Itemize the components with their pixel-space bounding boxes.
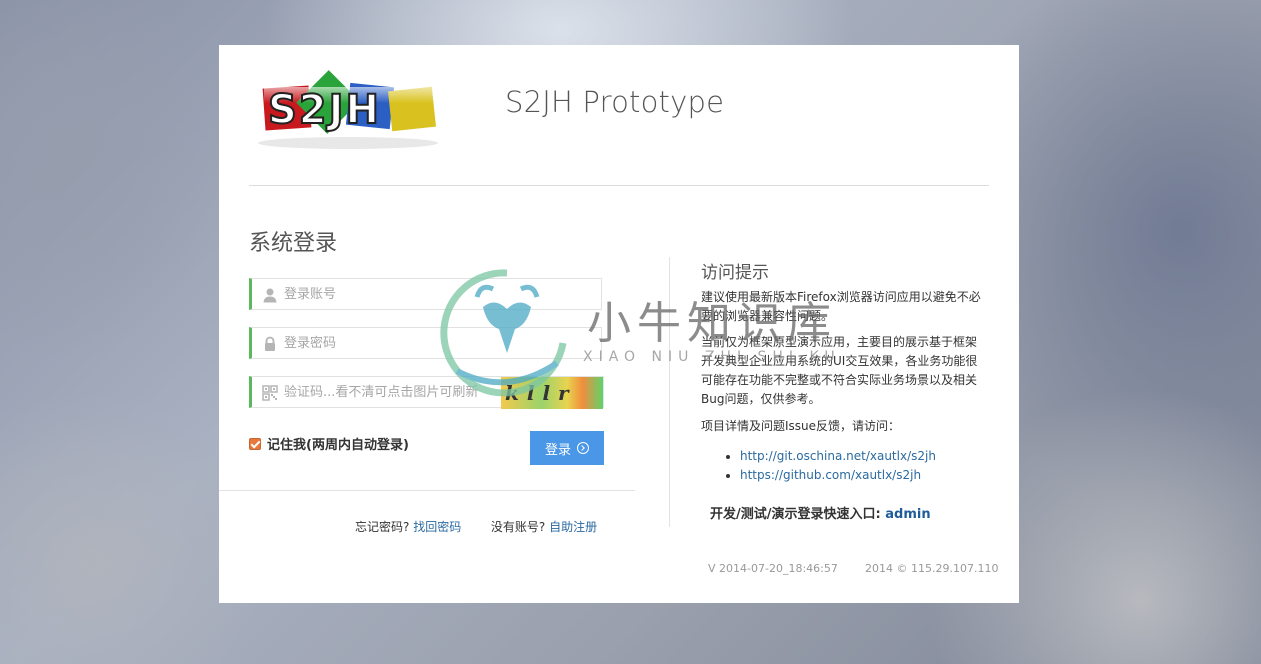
tips-title: 访问提示 [701, 263, 769, 283]
s2jh-logo: S2JH [258, 70, 438, 149]
quick-login-admin[interactable]: admin [885, 507, 930, 522]
remember-checkbox[interactable] [249, 437, 261, 450]
login-button-label: 登录 [544, 442, 571, 458]
tips-browser: 建议使用最新版本Firefox浏览器访问应用以避免不必要的浏览器兼容性问题。 [701, 290, 981, 323]
remember-label: 记住我(两周内自动登录) [267, 438, 409, 453]
list-item: https://github.com/xautlx/s2jh [740, 466, 936, 485]
version-text: V 2014-07-20_18:46:57 [708, 562, 838, 575]
login-button[interactable]: 登录 [530, 431, 604, 465]
captcha-input[interactable] [284, 381, 504, 403]
login-panel: S2JH S2JH Prototype 系统登录 kllr [219, 45, 1019, 603]
user-icon [263, 288, 277, 303]
password-input[interactable] [284, 332, 504, 354]
username-input[interactable] [284, 283, 504, 305]
captcha-image[interactable]: kllr [501, 377, 603, 409]
tips-feedback: 项目详情及问题Issue反馈，请访问： [701, 419, 901, 433]
header-divider [249, 185, 989, 186]
column-divider [669, 257, 670, 527]
account-links: 忘记密码? 找回密码 没有账号? 自助注册 [355, 518, 597, 535]
login-title: 系统登录 [249, 231, 338, 256]
app-title: S2JH Prototype [505, 85, 725, 119]
no-account-text: 没有账号? [490, 520, 546, 534]
arrow-circle-right-icon [577, 442, 589, 454]
forgot-text: 忘记密码? [355, 520, 410, 534]
remember-me[interactable]: 记住我(两周内自动登录) [249, 434, 409, 453]
project-links: http://git.oschina.net/xautlx/s2jh https… [725, 447, 936, 485]
register-link[interactable]: 自助注册 [549, 520, 597, 534]
forgot-password-link[interactable]: 找回密码 [413, 520, 461, 534]
copyright-text: 2014 © 115.29.107.110 [865, 562, 999, 575]
quick-entry-label: 开发/测试/演示登录快速入口: [710, 507, 881, 522]
qrcode-icon [262, 385, 278, 401]
username-field [249, 278, 602, 310]
github-link[interactable]: https://github.com/xautlx/s2jh [740, 468, 921, 482]
captcha-field: kllr [249, 376, 604, 409]
password-field [249, 327, 602, 359]
list-item: http://git.oschina.net/xautlx/s2jh [740, 447, 936, 466]
form-divider [219, 490, 635, 491]
tips-description: 当前仅为框架原型演示应用，主要目的展示基于框架开发典型企业应用系统的UI交互效果… [701, 335, 978, 406]
quick-entry: 开发/测试/演示登录快速入口: admin [710, 503, 931, 522]
logo-text: S2JH [268, 87, 381, 133]
oschina-link[interactable]: http://git.oschina.net/xautlx/s2jh [740, 449, 936, 463]
lock-icon [265, 336, 275, 351]
